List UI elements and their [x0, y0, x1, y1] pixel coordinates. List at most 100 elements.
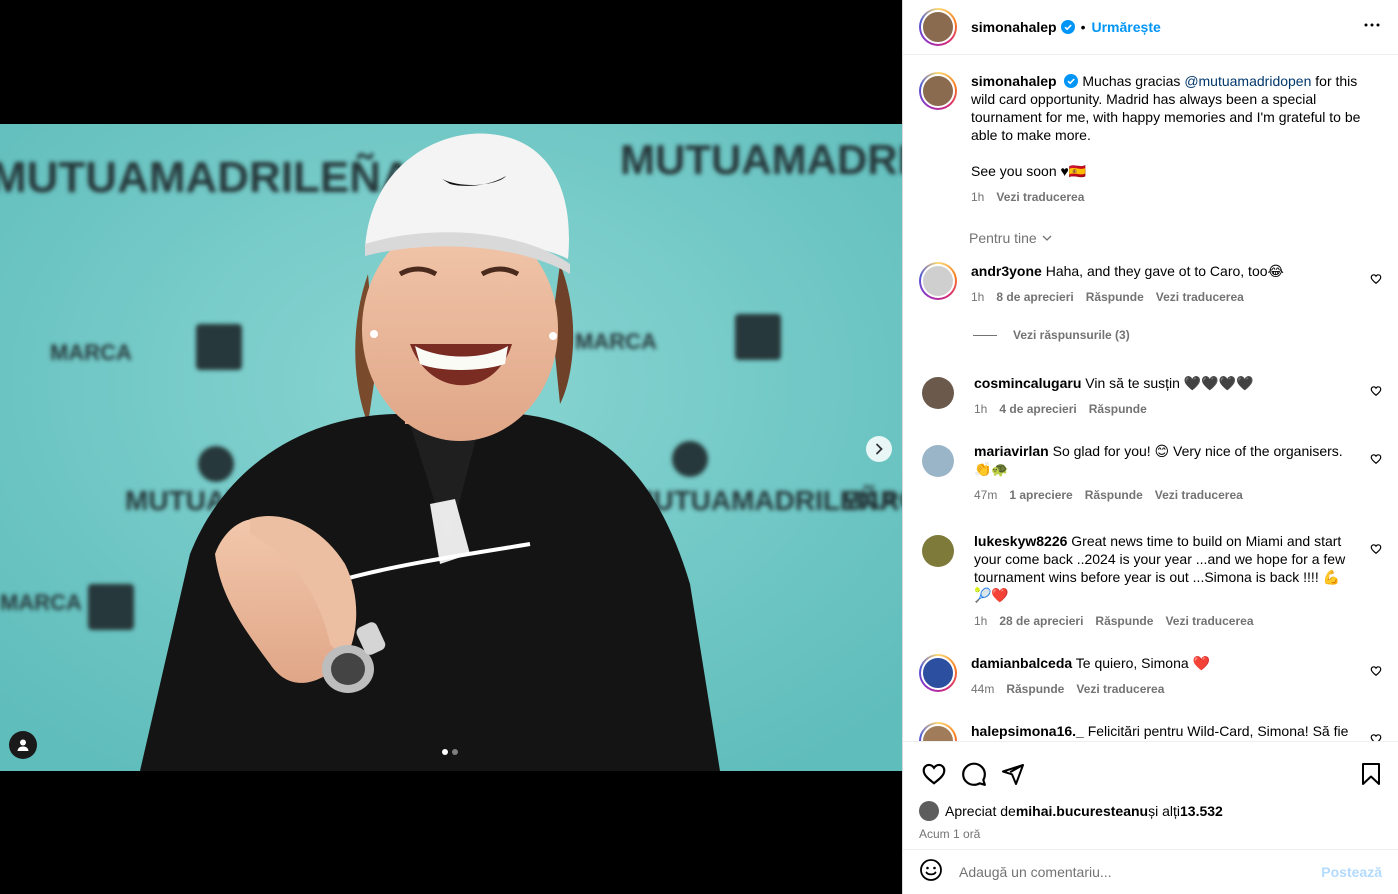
comment-like-icon[interactable]	[1370, 452, 1382, 470]
commenter-avatar[interactable]	[919, 262, 957, 300]
media-area: MUTUAMADRILEÑA MUTUAMADRI MARCA MARCA MU…	[0, 0, 902, 894]
author-username[interactable]: simonahalep	[971, 19, 1057, 35]
post-comment-button[interactable]: Postează	[1321, 864, 1382, 880]
save-icon[interactable]	[1360, 762, 1382, 791]
commenter-avatar[interactable]	[922, 535, 954, 567]
post-header: simonahalep • Urmărește	[903, 0, 1398, 55]
backdrop-text: MARCA	[50, 340, 132, 365]
comment-row: mariavirlan So glad for you! 😊 Very nice…	[919, 442, 1382, 504]
comment-row: halepsimona16._ Felicitări pentru Wild-C…	[919, 722, 1382, 741]
comment-text: Te quiero, Simona ❤️	[1075, 655, 1210, 671]
backdrop-text: MARCA	[840, 485, 902, 515]
comment-time: 47m	[974, 488, 998, 502]
add-comment-bar: Postează	[903, 849, 1398, 894]
post-sidebar: simonahalep • Urmărește simonahalep Much…	[902, 0, 1398, 894]
commenter-username[interactable]: halepsimona16._	[971, 723, 1084, 739]
carousel-dot	[442, 749, 448, 755]
commenter-username[interactable]: damianbalceda	[971, 655, 1072, 671]
commenter-avatar[interactable]	[922, 445, 954, 477]
commenter-username[interactable]: cosmincalugaru	[974, 375, 1081, 391]
reply-button[interactable]: Răspunde	[1086, 288, 1144, 306]
post-time: Acum 1 oră	[919, 827, 981, 841]
caption: simonahalep Muchas gracias @mutuamadrido…	[919, 72, 1382, 206]
comment-row: andr3yone Haha, and they gave ot to Caro…	[919, 262, 1382, 306]
likes-prefix: Apreciat de	[945, 803, 1016, 819]
comment-row: damianbalceda Te quiero, Simona ❤️ 44m Răs…	[919, 654, 1382, 698]
post-modal: MUTUAMADRILEÑA MUTUAMADRI MARCA MARCA MU…	[0, 0, 1398, 894]
translate-link[interactable]: Vezi traducerea	[1165, 612, 1253, 630]
post-photo[interactable]: MUTUAMADRILEÑA MUTUAMADRI MARCA MARCA MU…	[0, 124, 902, 771]
comment-likes[interactable]: 8 de aprecieri	[996, 288, 1073, 306]
reply-button[interactable]: Răspunde	[1089, 400, 1147, 418]
tagged-users-button[interactable]	[9, 731, 37, 759]
comment-like-icon[interactable]	[1370, 732, 1382, 741]
commenter-username[interactable]: andr3yone	[971, 263, 1042, 279]
translate-link[interactable]: Vezi traducerea	[1076, 680, 1164, 698]
translate-link[interactable]: Vezi traducerea	[996, 188, 1084, 206]
author-avatar[interactable]	[919, 72, 957, 110]
view-replies-button[interactable]: Vezi răspunsurile (3)	[973, 328, 1382, 342]
sort-label: Pentru tine	[969, 230, 1037, 246]
translate-link[interactable]: Vezi traducerea	[1156, 288, 1244, 306]
more-options-icon[interactable]	[1360, 13, 1384, 42]
carousel-dot	[452, 749, 458, 755]
backdrop-text: MARCA	[575, 329, 657, 354]
comment-text: Haha, and they gave ot to Caro, too😂	[1045, 263, 1284, 279]
commenter-username[interactable]: lukeskyw8226	[974, 533, 1067, 549]
comment-time: 44m	[971, 682, 995, 696]
caption-username[interactable]: simonahalep	[971, 73, 1057, 89]
comment-time: 1h	[974, 402, 988, 416]
comments-list[interactable]: simonahalep Muchas gracias @mutuamadrido…	[903, 56, 1398, 741]
caption-mention[interactable]: @mutuamadridopen	[1184, 73, 1311, 89]
comment-likes[interactable]: 4 de aprecieri	[999, 400, 1076, 418]
verified-icon	[1060, 20, 1075, 34]
liker-avatar	[919, 801, 939, 821]
reply-button[interactable]: Răspunde	[1085, 486, 1143, 504]
chevron-right-icon	[876, 443, 883, 455]
author-avatar[interactable]	[919, 8, 957, 46]
reply-button[interactable]: Răspunde	[1095, 612, 1153, 630]
photo-illustration: MUTUAMADRILEÑA MUTUAMADRI MARCA MARCA MU…	[0, 124, 902, 771]
commenter-avatar[interactable]	[919, 654, 957, 692]
translate-link[interactable]: Vezi traducerea	[1155, 486, 1243, 504]
comment-likes[interactable]: 1 apreciere	[1009, 486, 1072, 504]
comment-row: lukeskyw8226 Great news time to build on…	[919, 532, 1382, 630]
emoji-icon[interactable]	[919, 858, 943, 887]
chevron-down-icon	[1042, 235, 1052, 241]
next-slide-button[interactable]	[866, 436, 892, 462]
caption-line2: See you soon ♥🇪🇸	[971, 163, 1087, 179]
comment-like-icon[interactable]	[1370, 384, 1382, 402]
verified-icon	[1064, 74, 1079, 88]
comment-like-icon[interactable]	[1370, 664, 1382, 682]
carousel-indicator	[442, 749, 458, 755]
caption-text: Muchas gracias	[1082, 73, 1185, 89]
comment-likes[interactable]: 28 de aprecieri	[999, 612, 1083, 630]
likes-count[interactable]: 13.532	[1180, 803, 1223, 819]
comment-time: 1h	[971, 290, 985, 304]
share-icon[interactable]	[1001, 762, 1025, 791]
like-icon[interactable]	[921, 761, 947, 792]
likes-middle: și alți	[1148, 803, 1180, 819]
sort-comments-dropdown[interactable]: Pentru tine	[969, 230, 1382, 246]
post-actions: Apreciat de mihai.bucuresteanu și alți 1…	[903, 741, 1398, 849]
commenter-avatar[interactable]	[922, 377, 954, 409]
comment-like-icon[interactable]	[1370, 542, 1382, 560]
comment-text: Vin să te susțin 🖤🖤🖤🖤	[1085, 375, 1254, 391]
comment-time: 1h	[974, 614, 988, 628]
backdrop-text: MUTUAMADRI	[620, 136, 902, 183]
comment-input[interactable]	[959, 864, 1322, 880]
comment-like-icon[interactable]	[1370, 272, 1382, 290]
comment-row: cosmincalugaru Vin să te susțin 🖤🖤🖤🖤 1h 4 …	[919, 374, 1382, 418]
commenter-avatar[interactable]	[919, 722, 957, 741]
follow-button[interactable]: Urmărește	[1092, 19, 1161, 35]
comment-icon[interactable]	[961, 761, 987, 792]
commenter-username[interactable]: mariavirlan	[974, 443, 1049, 459]
user-icon	[17, 739, 29, 751]
view-replies-label: Vezi răspunsurile (3)	[1013, 328, 1130, 342]
reply-button[interactable]: Răspunde	[1006, 680, 1064, 698]
caption-time: 1h	[971, 190, 985, 204]
replies-line	[973, 334, 997, 336]
backdrop-text: MUTUAMADRILEÑA	[0, 152, 413, 202]
liker-username[interactable]: mihai.bucuresteanu	[1016, 803, 1148, 819]
backdrop-text: MARCA	[0, 590, 82, 615]
